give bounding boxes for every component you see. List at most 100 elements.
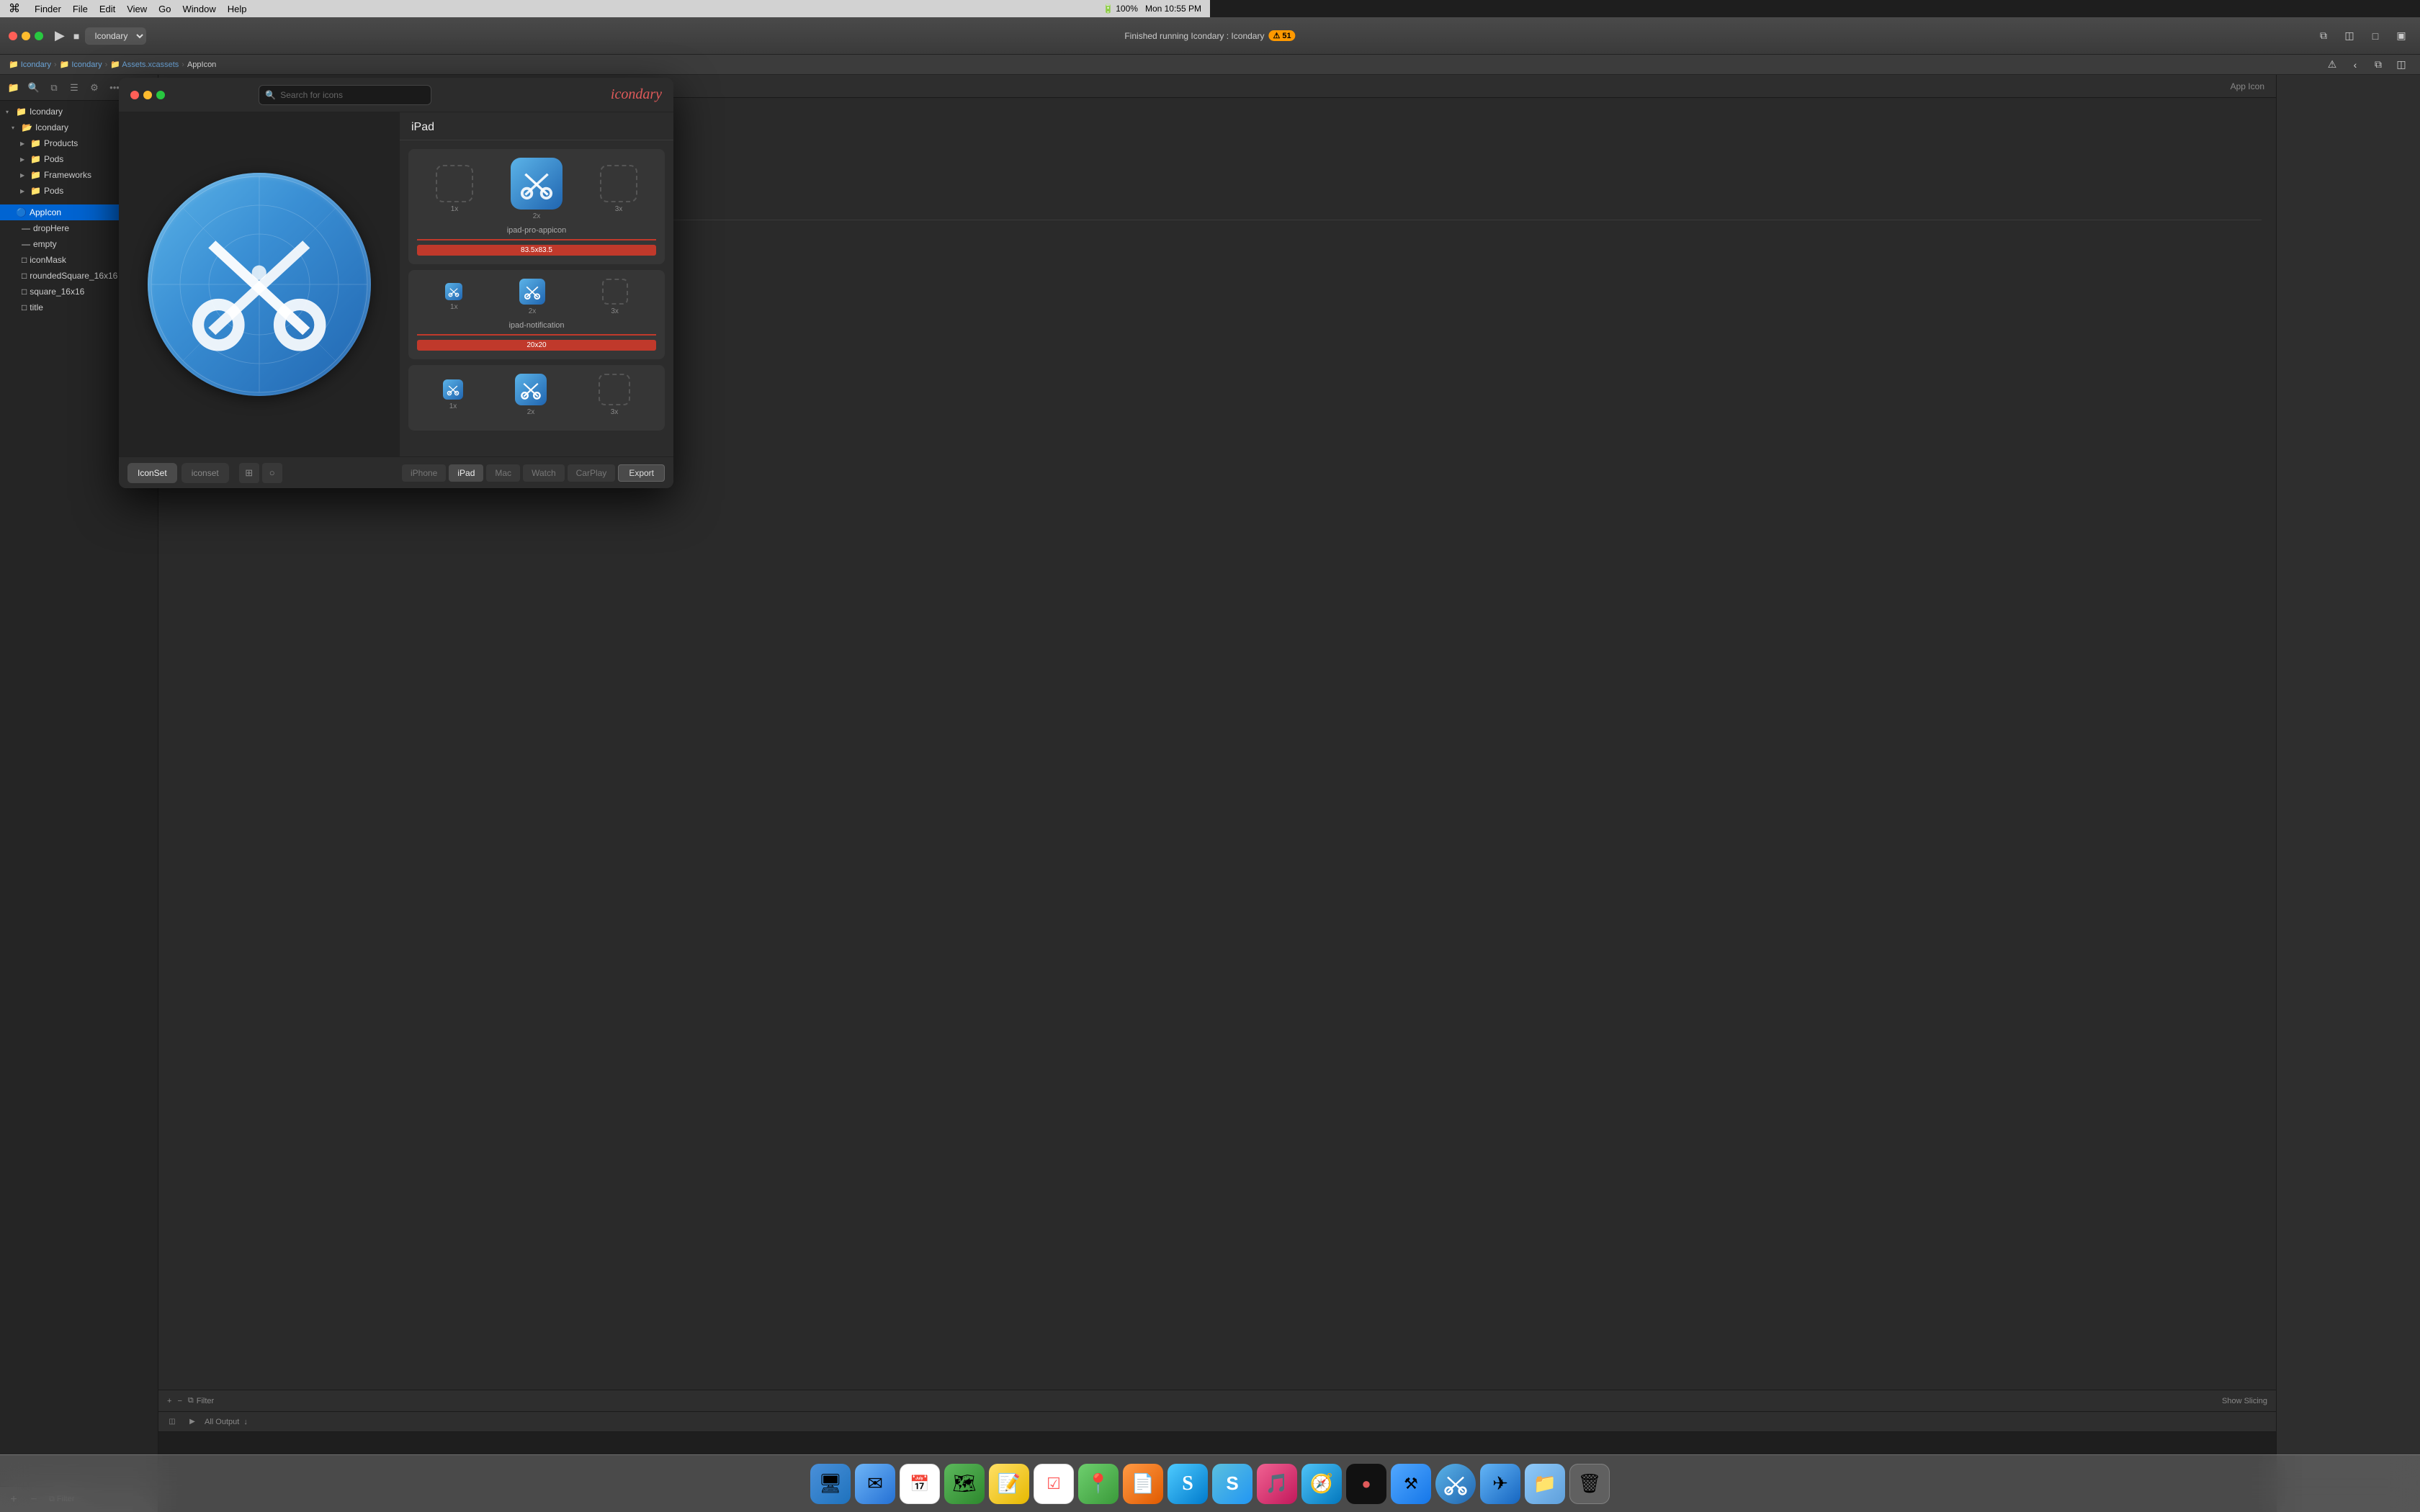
icondary-maximize-btn[interactable] (156, 91, 165, 99)
dock-testflight[interactable]: ✈ (1480, 1464, 1520, 1504)
iconset-tab[interactable]: IconSet (127, 463, 177, 483)
ipad-s3-1x: 1x (443, 379, 463, 410)
menu-go[interactable]: Go (158, 4, 171, 14)
breadcrumb-back-btn[interactable]: ‹ (2345, 55, 2365, 75)
menu-edit[interactable]: Edit (99, 4, 115, 14)
folder-icon: 📁 (30, 186, 41, 196)
dock-folder[interactable]: 📁 (1525, 1464, 1565, 1504)
carplay-tab[interactable]: CarPlay (568, 464, 616, 482)
breadcrumb-item-2[interactable]: 📁 Icondary (60, 60, 102, 69)
dock-itunes[interactable]: 🎵 (1257, 1464, 1297, 1504)
scheme-selector[interactable]: Icondary (85, 27, 146, 45)
ipad-notif-scissors-2x[interactable] (519, 279, 545, 305)
ipad-scissors-2x[interactable] (511, 158, 563, 210)
tree-label: AppIcon (30, 207, 61, 217)
dock-soulver[interactable]: S (1168, 1464, 1208, 1504)
dock-xcode[interactable]: ⚒ (1391, 1464, 1431, 1504)
menu-window[interactable]: Window (183, 4, 216, 14)
split-editor-btn[interactable]: ⧉ (2313, 26, 2334, 46)
filter-btn[interactable]: ⧉ Filter (188, 1396, 214, 1405)
dock-safari[interactable]: 🧭 (1301, 1464, 1342, 1504)
dock-scissors[interactable] (1435, 1464, 1476, 1504)
ipad-tab[interactable]: iPad (449, 464, 483, 482)
ipad-placeholder-3x[interactable] (600, 165, 637, 202)
tree-arrow: ▶ (20, 188, 27, 194)
add-asset-btn[interactable]: + (167, 1397, 171, 1405)
ipad-panel: iPad 1x (400, 112, 673, 456)
tree-arrow: ▶ (20, 140, 27, 147)
icondary-search-box[interactable]: 🔍 Search for icons (259, 85, 431, 105)
breadcrumb-item-4[interactable]: AppIcon (187, 60, 216, 69)
minus-icon: − (177, 1397, 182, 1405)
calendar-icon: 📅 (910, 1475, 929, 1493)
ipad-notif-scissors-1x[interactable] (445, 283, 462, 300)
export-btn[interactable]: Export (618, 464, 665, 482)
sidebar-search-icon[interactable]: 🔍 (26, 80, 42, 96)
dock-maps[interactable]: 🗺 (944, 1464, 985, 1504)
icondary-minimize-btn[interactable] (143, 91, 152, 99)
ipad-s3-placeholder-3x[interactable] (599, 374, 630, 405)
sidebar-list-icon[interactable]: ☰ (66, 80, 82, 96)
scale-2x: 2x (527, 408, 535, 416)
apple-menu[interactable]: ⌘ (9, 1, 20, 16)
breadcrumb-layout-btn[interactable]: ◫ (2391, 55, 2411, 75)
breadcrumb-item-3[interactable]: 📁 Assets.xcassets (110, 60, 179, 69)
breadcrumb-split-btn[interactable]: ⧉ (2368, 55, 2388, 75)
dock-finder[interactable]: 🖥 (810, 1464, 851, 1504)
view-btn-2[interactable]: □ (2365, 26, 2385, 46)
mac-tab[interactable]: Mac (486, 464, 520, 482)
tree-label: roundedSquare_16x16 (30, 271, 117, 281)
menu-help[interactable]: Help (228, 4, 247, 14)
ipad-s3-scissors-1x[interactable] (443, 379, 463, 400)
file-icon: □ (22, 302, 27, 312)
folder-icon: 📁 (30, 154, 41, 164)
iphone-tab[interactable]: iPhone (402, 464, 446, 482)
watch-tab[interactable]: Watch (523, 464, 565, 482)
xcode-icon: ⚒ (1404, 1475, 1418, 1493)
breadcrumb-warning-btn[interactable]: ⚠ (2322, 55, 2342, 75)
circle-view-btn[interactable]: ○ (262, 463, 282, 483)
menu-view[interactable]: View (127, 4, 147, 14)
icondary-bottom-bar: IconSet iconset ⊞ ○ iPhone iPad Mac Watc… (119, 456, 673, 488)
dock-notes[interactable]: 📝 (989, 1464, 1029, 1504)
ipad-notif-placeholder-3x[interactable] (602, 279, 628, 305)
icondary-close-btn[interactable] (130, 91, 139, 99)
view-btn-3[interactable]: ▣ (2391, 26, 2411, 46)
dock-maps2[interactable]: 📍 (1078, 1464, 1119, 1504)
dock-mail[interactable]: ✉ (855, 1464, 895, 1504)
ipad-placeholder-1x[interactable] (436, 165, 473, 202)
run-button[interactable]: ▶ (55, 28, 65, 43)
view-btn-1[interactable]: ◫ (2339, 26, 2360, 46)
app-name[interactable]: Finder (35, 4, 61, 14)
iconset-tab-2[interactable]: iconset (182, 463, 229, 483)
dock-soulver2[interactable]: S (1212, 1464, 1252, 1504)
menu-file[interactable]: File (73, 4, 88, 14)
scale-1x: 1x (450, 303, 458, 311)
ipad-section-2: 1x 2x (408, 270, 665, 359)
ipad-s3-scissors-2x[interactable] (515, 374, 547, 405)
dock-trash[interactable]: 🗑 (1569, 1464, 1610, 1504)
icon-preview-panel (119, 112, 400, 456)
minimize-button[interactable] (22, 32, 30, 40)
show-slicing-btn[interactable]: Show Slicing (2222, 1397, 2267, 1405)
dock-reminders[interactable]: ☑ (1034, 1464, 1074, 1504)
scale-1x: 1x (451, 205, 459, 213)
dock-pocketgit[interactable]: ● (1346, 1464, 1386, 1504)
stop-button[interactable]: ■ (73, 30, 79, 42)
dock-calendar[interactable]: 📅 (900, 1464, 940, 1504)
debug-arrow-btn[interactable]: ▶ (184, 1414, 200, 1430)
sidebar-folder-icon[interactable]: 📁 (6, 80, 22, 96)
sidebar-filter-icon[interactable]: ⧉ (46, 80, 62, 96)
sidebar-settings-icon[interactable]: ⚙ (86, 80, 102, 96)
debug-toggle-btn[interactable]: ◫ (164, 1414, 180, 1430)
close-button[interactable] (9, 32, 17, 40)
mail-icon: ✉ (867, 1472, 883, 1495)
fullscreen-button[interactable] (35, 32, 43, 40)
pocketgit-icon: ● (1361, 1475, 1371, 1493)
breadcrumb-item-1[interactable]: 📁 Icondary (9, 60, 51, 69)
ipad-grid-scroll[interactable]: 1x 2x (400, 140, 673, 456)
ipad-notif-3x: 3x (602, 279, 628, 315)
grid-view-btn[interactable]: ⊞ (239, 463, 259, 483)
dock-pages[interactable]: 📄 (1123, 1464, 1163, 1504)
remove-asset-btn[interactable]: − (177, 1397, 182, 1405)
